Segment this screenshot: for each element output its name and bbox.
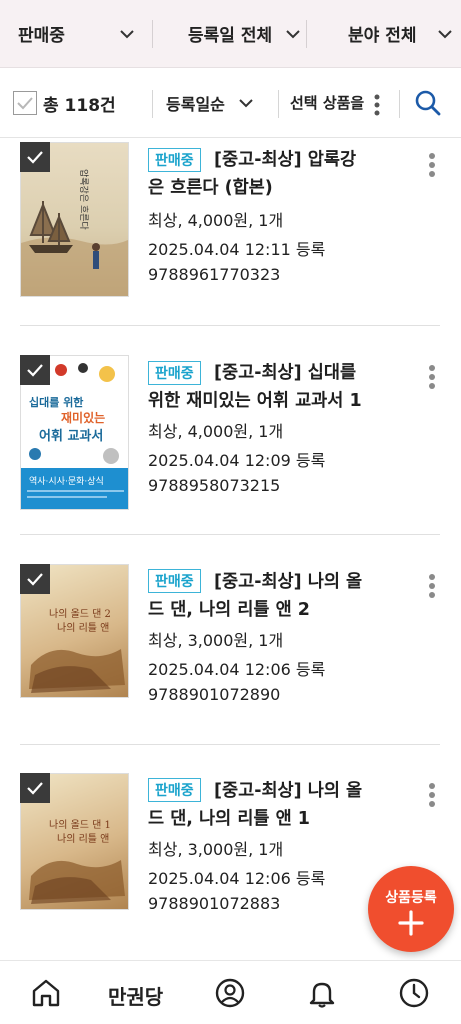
- product-details: 최상, 3,000원, 1개: [148, 840, 284, 859]
- product-title[interactable]: [중고-최상] 압록강 은 흐른다 (합본): [148, 146, 398, 202]
- cover-title-text: 나의 올드 댄 1: [49, 819, 111, 831]
- divider: [399, 90, 400, 118]
- status-filter-dropdown[interactable]: 판매중: [18, 0, 134, 67]
- product-isbn: 9788961770323: [148, 265, 281, 284]
- selected-items-action[interactable]: 선택 상품을: [290, 92, 364, 113]
- product-registered: 2025.04.04 12:11 등록: [148, 240, 326, 259]
- home-icon[interactable]: [30, 977, 62, 1009]
- svg-text:재미있는: 재미있는: [61, 410, 105, 425]
- chevron-down-icon: [239, 99, 253, 108]
- product-details: 최상, 4,000원, 1개: [148, 211, 284, 230]
- more-vertical-icon[interactable]: [372, 93, 382, 117]
- product-isbn: 9788958073215: [148, 476, 281, 495]
- product-registered: 2025.04.04 12:09 등록: [148, 451, 326, 470]
- date-filter-dropdown[interactable]: 등록일 전체: [188, 0, 300, 67]
- product-registered: 2025.04.04 12:06 등록: [148, 660, 326, 679]
- chevron-down-icon: [286, 29, 300, 38]
- product-title-line: [중고-최상] 십대를: [214, 363, 357, 383]
- product-title[interactable]: [중고-최상] 나의 올 드 댄, 나의 리틀 앤 1: [148, 777, 398, 833]
- bell-icon[interactable]: [306, 977, 338, 1009]
- product-title-line: [중고-최상] 압록강: [214, 150, 357, 170]
- item-checkbox[interactable]: [20, 564, 50, 594]
- divider: [306, 20, 307, 48]
- product-isbn: 9788901072890: [148, 685, 281, 704]
- product-details: 최상, 4,000원, 1개: [148, 422, 284, 441]
- cover-title-text: 나의 올드 댄 2: [49, 608, 111, 620]
- more-vertical-icon[interactable]: [427, 782, 437, 808]
- status-filter-label: 판매중: [18, 26, 65, 46]
- divider: [20, 744, 440, 745]
- sort-label: 등록일순: [166, 95, 225, 114]
- profile-icon[interactable]: [214, 977, 246, 1009]
- product-title-line: [중고-최상] 나의 올: [214, 781, 363, 801]
- product-registered: 2025.04.04 12:06 등록: [148, 869, 326, 888]
- product-title[interactable]: [중고-최상] 십대를 위한 재미있는 어휘 교과서 1: [148, 359, 398, 415]
- product-isbn: 9788901072883: [148, 894, 281, 913]
- category-filter-dropdown[interactable]: 분야 전체: [348, 0, 452, 67]
- check-icon: [27, 151, 43, 164]
- add-product-button[interactable]: 상품등록: [368, 866, 454, 952]
- svg-text:어휘 교과서: 어휘 교과서: [39, 428, 103, 444]
- category-filter-label: 분야 전체: [348, 26, 417, 46]
- product-title-line: 위한 재미있는 어휘 교과서 1: [148, 391, 362, 411]
- more-vertical-icon[interactable]: [427, 152, 437, 178]
- item-checkbox[interactable]: [20, 355, 50, 385]
- plus-icon: [398, 910, 424, 936]
- nav-brand[interactable]: 만권당: [108, 981, 163, 1010]
- check-icon: [27, 573, 43, 586]
- product-title-line: 드 댄, 나의 리틀 앤 1: [148, 809, 310, 829]
- divider: [152, 90, 153, 118]
- svg-text:나의 리틀 앤: 나의 리틀 앤: [57, 622, 109, 634]
- product-title-line: 은 흐른다 (합본): [148, 178, 273, 198]
- svg-text:역사·시사·문화·상식: 역사·시사·문화·상식: [29, 476, 104, 487]
- select-all-checkbox[interactable]: [13, 91, 37, 115]
- divider: [20, 534, 440, 535]
- chevron-down-icon: [120, 29, 134, 38]
- check-icon: [27, 364, 43, 377]
- bottom-nav: 만권당: [0, 960, 461, 1024]
- cover-title-text: 압록강은 흐른다: [78, 169, 90, 231]
- product-details: 최상, 3,000원, 1개: [148, 631, 284, 650]
- search-icon[interactable]: [414, 89, 442, 117]
- divider: [152, 20, 153, 48]
- sort-dropdown[interactable]: 등록일순: [166, 91, 253, 115]
- divider: [278, 90, 279, 118]
- cover-title-text: 십대를 위한: [29, 395, 83, 409]
- check-icon: [27, 782, 43, 795]
- product-title[interactable]: [중고-최상] 나의 올 드 댄, 나의 리틀 앤 2: [148, 568, 398, 624]
- check-icon: [17, 97, 33, 110]
- total-count: 총 118건: [43, 96, 116, 116]
- filter-bar: 판매중 등록일 전체 분야 전체: [0, 0, 461, 68]
- svg-text:나의 리틀 앤: 나의 리틀 앤: [57, 833, 109, 845]
- chevron-down-icon: [438, 29, 452, 38]
- more-vertical-icon[interactable]: [427, 573, 437, 599]
- clock-icon[interactable]: [398, 977, 430, 1009]
- item-checkbox[interactable]: [20, 773, 50, 803]
- item-checkbox[interactable]: [20, 142, 50, 172]
- divider: [20, 325, 440, 326]
- product-title-line: [중고-최상] 나의 올: [214, 572, 363, 592]
- add-product-label: 상품등록: [385, 890, 437, 906]
- product-title-line: 드 댄, 나의 리틀 앤 2: [148, 600, 310, 620]
- more-vertical-icon[interactable]: [427, 364, 437, 390]
- date-filter-label: 등록일 전체: [188, 26, 273, 46]
